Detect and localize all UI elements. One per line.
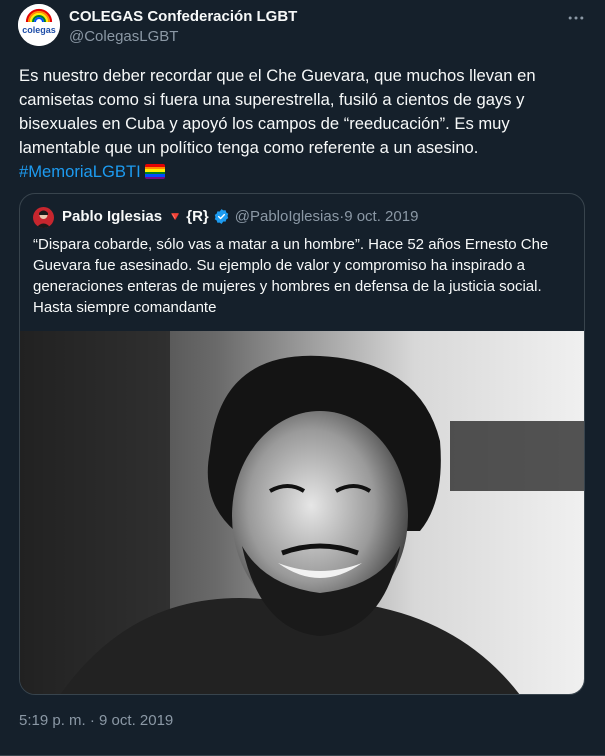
quoted-author-avatar[interactable] — [33, 207, 54, 228]
timestamp-separator: · — [85, 712, 100, 729]
author-name[interactable]: COLEGAS Confederación LGBT — [69, 8, 297, 25]
colegas-logo-icon: colegas — [18, 4, 60, 46]
more-options-button[interactable] — [561, 6, 591, 30]
hashtag-link[interactable]: #MemoriaLGBTI — [19, 162, 141, 181]
tweet-timestamp[interactable]: 5:19 p. m. · 9 oct. 2019 — [19, 712, 173, 729]
rainbow-flag-icon — [144, 164, 165, 179]
che-guevara-photo — [20, 331, 584, 694]
tweet-text: Es nuestro deber recordar que el Che Gue… — [19, 64, 589, 184]
quoted-author-handle[interactable]: @PabloIglesias — [235, 208, 339, 225]
quoted-author-tag: {R} — [186, 208, 209, 225]
svg-text:colegas: colegas — [22, 25, 56, 35]
author-avatar[interactable]: colegas — [18, 4, 60, 46]
quoted-text: “Dispara cobarde, sólo vas a matar a un … — [33, 236, 549, 316]
timestamp-date[interactable]: 9 oct. 2019 — [99, 712, 173, 729]
quoted-photo[interactable] — [20, 331, 584, 694]
more-horizontal-icon — [568, 16, 584, 20]
quoted-author-name[interactable]: Pablo Iglesias — [62, 208, 162, 225]
quoted-date[interactable]: 9 oct. 2019 — [344, 208, 418, 225]
timestamp-time[interactable]: 5:19 p. m. — [19, 712, 86, 729]
quoted-header: Pablo Iglesias 🔻 {R} @PabloIglesias · 9 … — [62, 208, 418, 225]
triangle-emoji: 🔻 — [167, 208, 184, 224]
pablo-iglesias-avatar-icon — [33, 207, 54, 228]
tweet-body: Es nuestro deber recordar que el Che Gue… — [19, 66, 536, 157]
author-handle[interactable]: @ColegasLGBT — [69, 28, 178, 45]
tweet-detail: colegas COLEGAS Confederación LGBT @Cole… — [0, 0, 605, 756]
quoted-tweet[interactable]: Pablo Iglesias 🔻 {R} @PabloIglesias · 9 … — [19, 193, 585, 695]
verified-badge-icon — [213, 208, 230, 225]
